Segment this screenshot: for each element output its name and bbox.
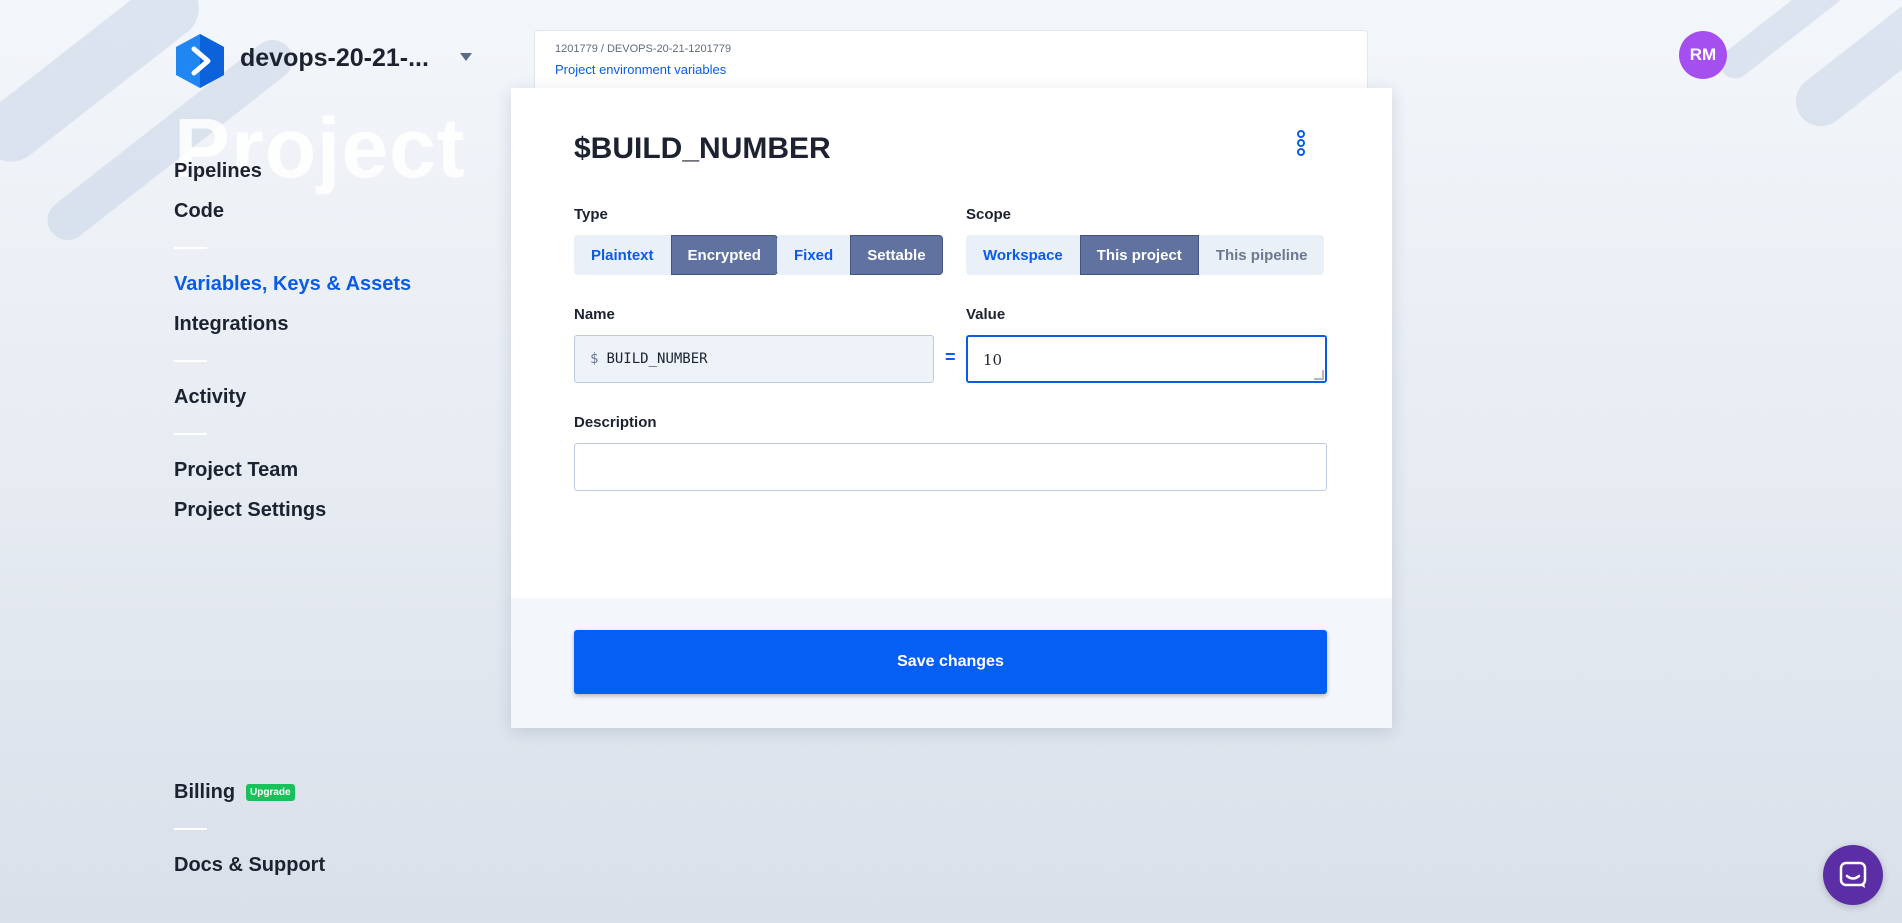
app-logo-icon[interactable] [173, 32, 227, 90]
nav-billing[interactable]: Billing [174, 781, 235, 804]
scope-this-pipeline-button[interactable]: This pipeline [1198, 235, 1325, 275]
chat-launcher-button[interactable] [1823, 845, 1883, 905]
upgrade-badge[interactable]: Upgrade [246, 784, 295, 801]
equals-sign: = [945, 347, 956, 367]
nav-divider [174, 360, 207, 362]
nav-activity[interactable]: Activity [174, 386, 246, 409]
modal-title: $BUILD_NUMBER [574, 132, 831, 165]
modal-footer: Save changes [511, 598, 1392, 728]
save-changes-button[interactable]: Save changes [574, 630, 1327, 694]
nav-project-settings[interactable]: Project Settings [174, 499, 326, 522]
scope-toggle: Workspace This project This pipeline [966, 235, 1325, 275]
description-field[interactable] [574, 443, 1327, 491]
nav-divider [174, 828, 207, 830]
resize-handle-icon[interactable] [1314, 370, 1324, 380]
mode-settable-button[interactable]: Settable [850, 235, 943, 275]
type-label: Type [574, 206, 608, 223]
name-label: Name [574, 306, 615, 323]
edit-variable-modal: $BUILD_NUMBER Type Plaintext Encrypted F… [511, 88, 1392, 728]
type-toggle: Plaintext Encrypted [574, 235, 778, 275]
name-field[interactable]: $ BUILD_NUMBER [574, 335, 934, 383]
nav-pipelines[interactable]: Pipelines [174, 160, 262, 183]
more-options-icon[interactable] [1295, 130, 1307, 160]
mode-fixed-button[interactable]: Fixed [777, 235, 851, 275]
type-plaintext-button[interactable]: Plaintext [574, 235, 671, 275]
description-label: Description [574, 414, 657, 431]
scope-this-project-button[interactable]: This project [1079, 235, 1199, 275]
nav-code[interactable]: Code [174, 200, 224, 223]
nav-docs-support[interactable]: Docs & Support [174, 854, 325, 877]
value-field[interactable]: 10 [966, 335, 1327, 383]
breadcrumb-path[interactable]: 1201779 / DEVOPS-20-21-1201779 [555, 43, 731, 55]
name-value: BUILD_NUMBER [606, 351, 708, 367]
nav-divider [174, 433, 207, 435]
scope-label: Scope [966, 206, 1012, 223]
user-avatar[interactable]: RM [1679, 31, 1727, 79]
nav-divider [174, 247, 207, 249]
name-prefix: $ [590, 351, 599, 367]
value-label: Value [966, 306, 1006, 323]
nav-variables-keys-assets[interactable]: Variables, Keys & Assets [174, 273, 411, 296]
nav-project-team[interactable]: Project Team [174, 459, 298, 482]
chevron-down-icon[interactable] [460, 53, 472, 61]
nav-integrations[interactable]: Integrations [174, 313, 288, 336]
scope-workspace-button[interactable]: Workspace [966, 235, 1080, 275]
breadcrumb-title[interactable]: Project environment variables [555, 62, 726, 77]
type-encrypted-button[interactable]: Encrypted [670, 235, 778, 275]
mode-toggle: Fixed Settable [777, 235, 943, 275]
project-selector-name[interactable]: devops-20-21-... [240, 44, 429, 73]
chat-icon [1839, 861, 1867, 888]
